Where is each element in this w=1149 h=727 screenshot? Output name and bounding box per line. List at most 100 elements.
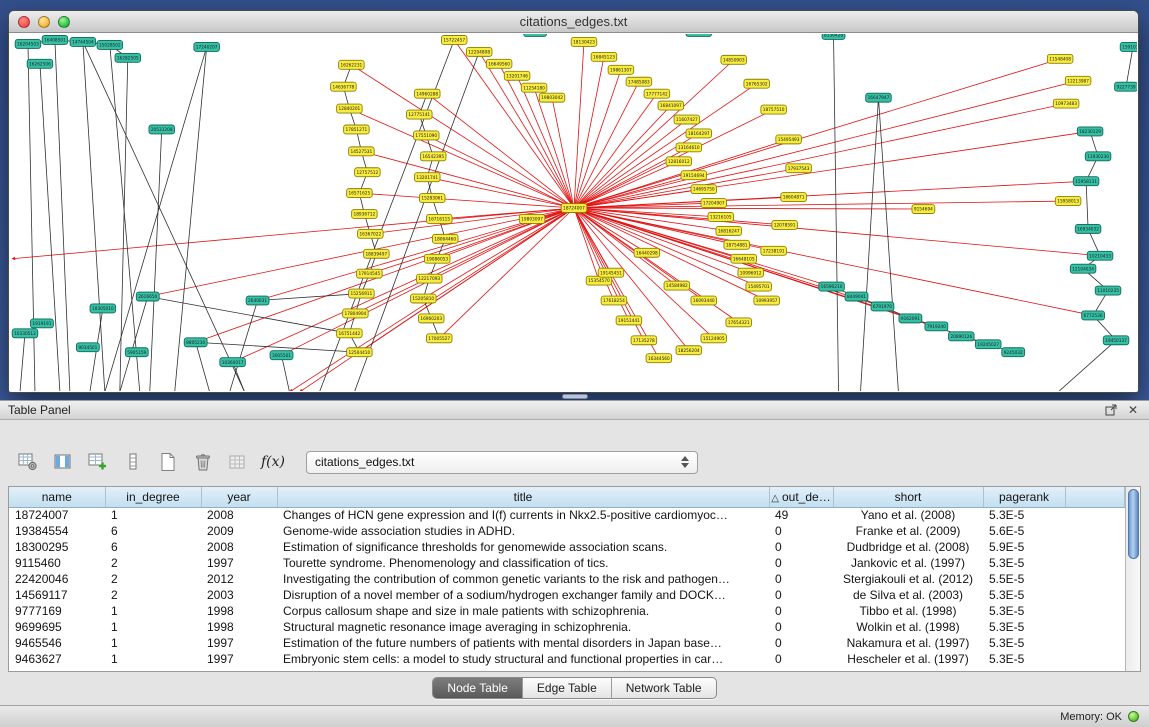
network-view[interactable]: 1872400716262231146367781284020117851271…: [10, 34, 1137, 391]
graph-node[interactable]: 16751442: [337, 329, 363, 338]
cell-year[interactable]: 1997: [201, 651, 277, 667]
graph-node[interactable]: 15283061: [419, 194, 445, 203]
cell-year[interactable]: 2003: [201, 587, 277, 603]
graph-node[interactable]: 17551090: [413, 131, 439, 140]
graph-node[interactable]: 19145451: [598, 268, 624, 277]
cell-short[interactable]: Jankovic et al. (1997): [833, 555, 983, 571]
cell-pagerank[interactable]: 5.3E-5: [983, 635, 1065, 651]
graph-node[interactable]: 16648105: [731, 254, 757, 263]
graph-edge[interactable]: [282, 355, 290, 391]
graph-edge[interactable]: [574, 208, 599, 281]
graph-node[interactable]: 18230129: [1077, 127, 1103, 136]
graph-node[interactable]: 12104034: [1070, 264, 1096, 273]
create-column-button[interactable]: [84, 448, 112, 476]
graph-edge[interactable]: [454, 40, 574, 208]
graph-node[interactable]: 14744504: [70, 37, 96, 46]
cell-in_degree[interactable]: 1: [105, 619, 201, 635]
graph-edge[interactable]: [150, 129, 162, 391]
graph-edge[interactable]: [1058, 340, 1116, 391]
graph-node[interactable]: 12078591: [772, 220, 798, 229]
graph-node[interactable]: 10993957: [754, 296, 780, 305]
graph-edge[interactable]: [574, 94, 657, 208]
cell-year[interactable]: 2008: [201, 507, 277, 523]
graph-node[interactable]: 16816247: [716, 226, 742, 235]
graph-node[interactable]: 16440298: [634, 248, 660, 257]
graph-edge[interactable]: [83, 42, 105, 391]
cell-year[interactable]: 1997: [201, 555, 277, 571]
cell-title[interactable]: Corpus callosum shape and size in male p…: [277, 603, 769, 619]
graph-edge[interactable]: [427, 177, 574, 208]
table-row[interactable]: 946362711997Embryonic stem cells: a mode…: [9, 651, 1125, 667]
cell-name[interactable]: 22420046: [9, 571, 105, 587]
cell-name[interactable]: 14569117: [9, 587, 105, 603]
graph-edge[interactable]: [258, 294, 362, 301]
graph-node[interactable]: 12816012: [666, 157, 692, 166]
cell-pagerank[interactable]: 5.3E-5: [983, 603, 1065, 619]
graph-node[interactable]: 16649560: [486, 59, 512, 68]
graph-edge[interactable]: [1126, 47, 1133, 87]
graph-node[interactable]: 15722457: [441, 35, 467, 44]
graph-node[interactable]: 17240207: [194, 42, 220, 51]
graph-node[interactable]: 6772536: [1082, 311, 1105, 320]
graph-node[interactable]: 15495701: [746, 282, 772, 291]
graph-edge[interactable]: [83, 42, 245, 391]
cell-title[interactable]: Estimation of significance thresholds fo…: [277, 539, 769, 555]
cell-year[interactable]: 2008: [201, 539, 277, 555]
graph-edge[interactable]: [427, 94, 574, 208]
cell-short[interactable]: Hescheler et al. (1997): [833, 651, 983, 667]
graph-node[interactable]: 10305010: [90, 304, 116, 313]
graph-node[interactable]: 19803097: [519, 214, 545, 223]
graph-node[interactable]: 3005501: [270, 351, 293, 360]
graph-node[interactable]: 18130423: [571, 37, 597, 46]
cell-short[interactable]: Nakamura et al. (1997): [833, 635, 983, 651]
cell-in_degree[interactable]: 1: [105, 507, 201, 523]
graph-node[interactable]: 17654321: [726, 318, 752, 327]
cell-title[interactable]: Structural magnetic resonance image aver…: [277, 619, 769, 635]
graph-node[interactable]: 16845123: [591, 52, 617, 61]
tab-edge-table[interactable]: Edge Table: [523, 678, 612, 698]
graph-node[interactable]: 8163042: [524, 34, 547, 36]
cell-title[interactable]: Changes of HCN gene expression and I(f) …: [277, 507, 769, 523]
splitter-handle[interactable]: [562, 394, 588, 399]
graph-node[interactable]: 13201741: [414, 173, 440, 182]
graph-node[interactable]: 14584982: [664, 281, 690, 290]
graph-node[interactable]: 12757512: [355, 168, 381, 177]
graph-node[interactable]: 11607427: [674, 115, 700, 124]
graph-node[interactable]: 17238191: [761, 246, 787, 255]
graph-node[interactable]: 5905159: [125, 348, 148, 357]
graph-node[interactable]: 15028502: [97, 40, 123, 49]
cell-short[interactable]: de Silva et al. (2003): [833, 587, 983, 603]
cell-short[interactable]: Stergiakouli et al. (2012): [833, 571, 983, 587]
table-row[interactable]: 969969511998Structural magnetic resonanc…: [9, 619, 1125, 635]
graph-node[interactable]: 16934032: [1075, 224, 1101, 233]
graph-edge[interactable]: [834, 35, 839, 391]
cell-name[interactable]: 9463627: [9, 651, 105, 667]
graph-node[interactable]: 9227739: [1115, 82, 1137, 91]
table-row[interactable]: 977716911998Corpus callosum shape and si…: [9, 603, 1125, 619]
cell-title[interactable]: Genome-wide association studies in ADHD.: [277, 523, 769, 539]
cell-pagerank[interactable]: 5.9E-5: [983, 539, 1065, 555]
cell-title[interactable]: Embryonic stem cells: a model to study s…: [277, 651, 769, 667]
graph-edge[interactable]: [574, 104, 1066, 208]
graph-node[interactable]: 15958013: [1055, 197, 1081, 206]
cell-name[interactable]: 9777169: [9, 603, 105, 619]
graph-node[interactable]: 16542395: [420, 152, 446, 161]
graph-node[interactable]: 9162091: [899, 314, 922, 323]
graph-node[interactable]: 12840201: [337, 104, 363, 113]
graph-node[interactable]: 16590210: [819, 282, 845, 291]
graph-node[interactable]: 9245032: [1002, 348, 1025, 357]
graph-edge[interactable]: [860, 98, 878, 391]
graph-node[interactable]: 10996912: [738, 268, 764, 277]
graph-node[interactable]: 16262506: [27, 59, 53, 68]
graph-node[interactable]: 9034501: [76, 343, 99, 352]
graph-node[interactable]: 15205810: [410, 294, 436, 303]
graph-node[interactable]: 11010235: [1095, 286, 1121, 295]
graph-edge[interactable]: [1086, 181, 1088, 229]
graph-node[interactable]: 12204808: [466, 47, 492, 56]
graph-node[interactable]: 16571625: [347, 189, 373, 198]
graph-node[interactable]: 20890126: [949, 332, 975, 341]
graph-node[interactable]: 9154694: [912, 205, 935, 214]
function-builder-button[interactable]: f(x): [259, 448, 287, 476]
cell-in_degree[interactable]: 1: [105, 635, 201, 651]
cell-out_degree[interactable]: 0: [769, 539, 833, 555]
